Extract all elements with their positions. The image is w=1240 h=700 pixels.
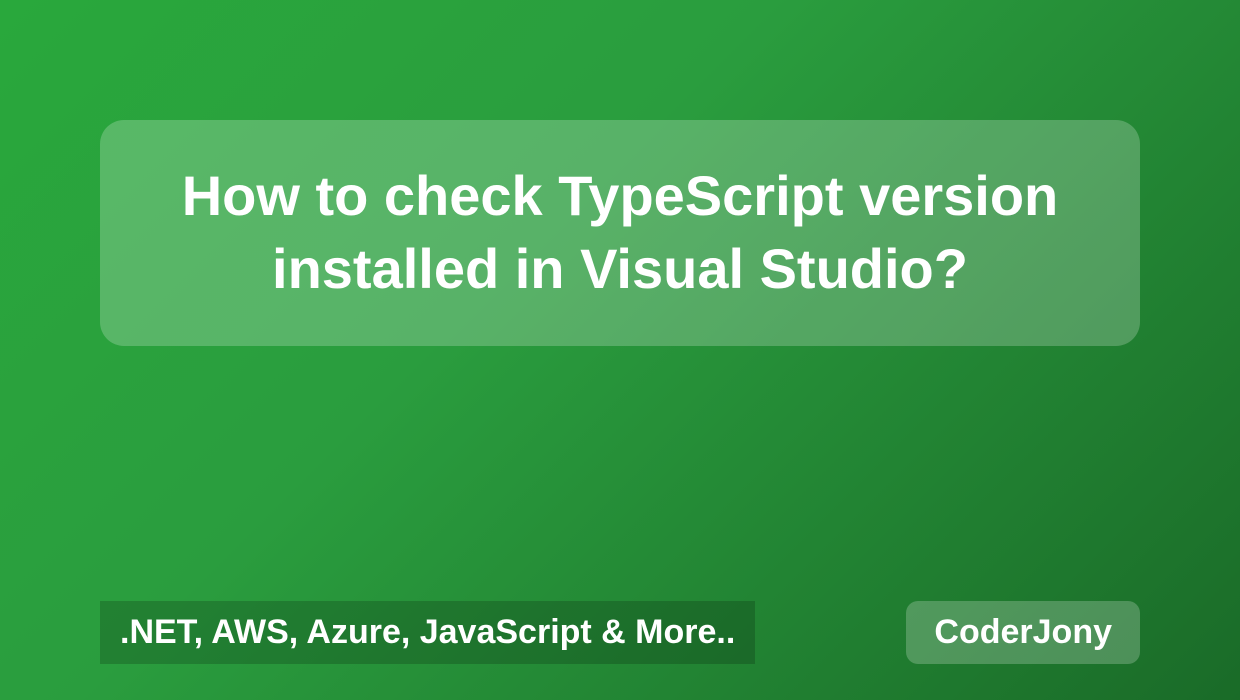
brand-box: CoderJony: [906, 601, 1140, 664]
tagline-box: .NET, AWS, Azure, JavaScript & More..: [100, 601, 755, 664]
brand-text: CoderJony: [934, 613, 1112, 651]
title-card: How to check TypeScript version installe…: [100, 120, 1140, 346]
article-title: How to check TypeScript version installe…: [150, 160, 1090, 306]
footer-bar: .NET, AWS, Azure, JavaScript & More.. Co…: [100, 601, 1140, 664]
tagline-text: .NET, AWS, Azure, JavaScript & More..: [120, 613, 735, 651]
